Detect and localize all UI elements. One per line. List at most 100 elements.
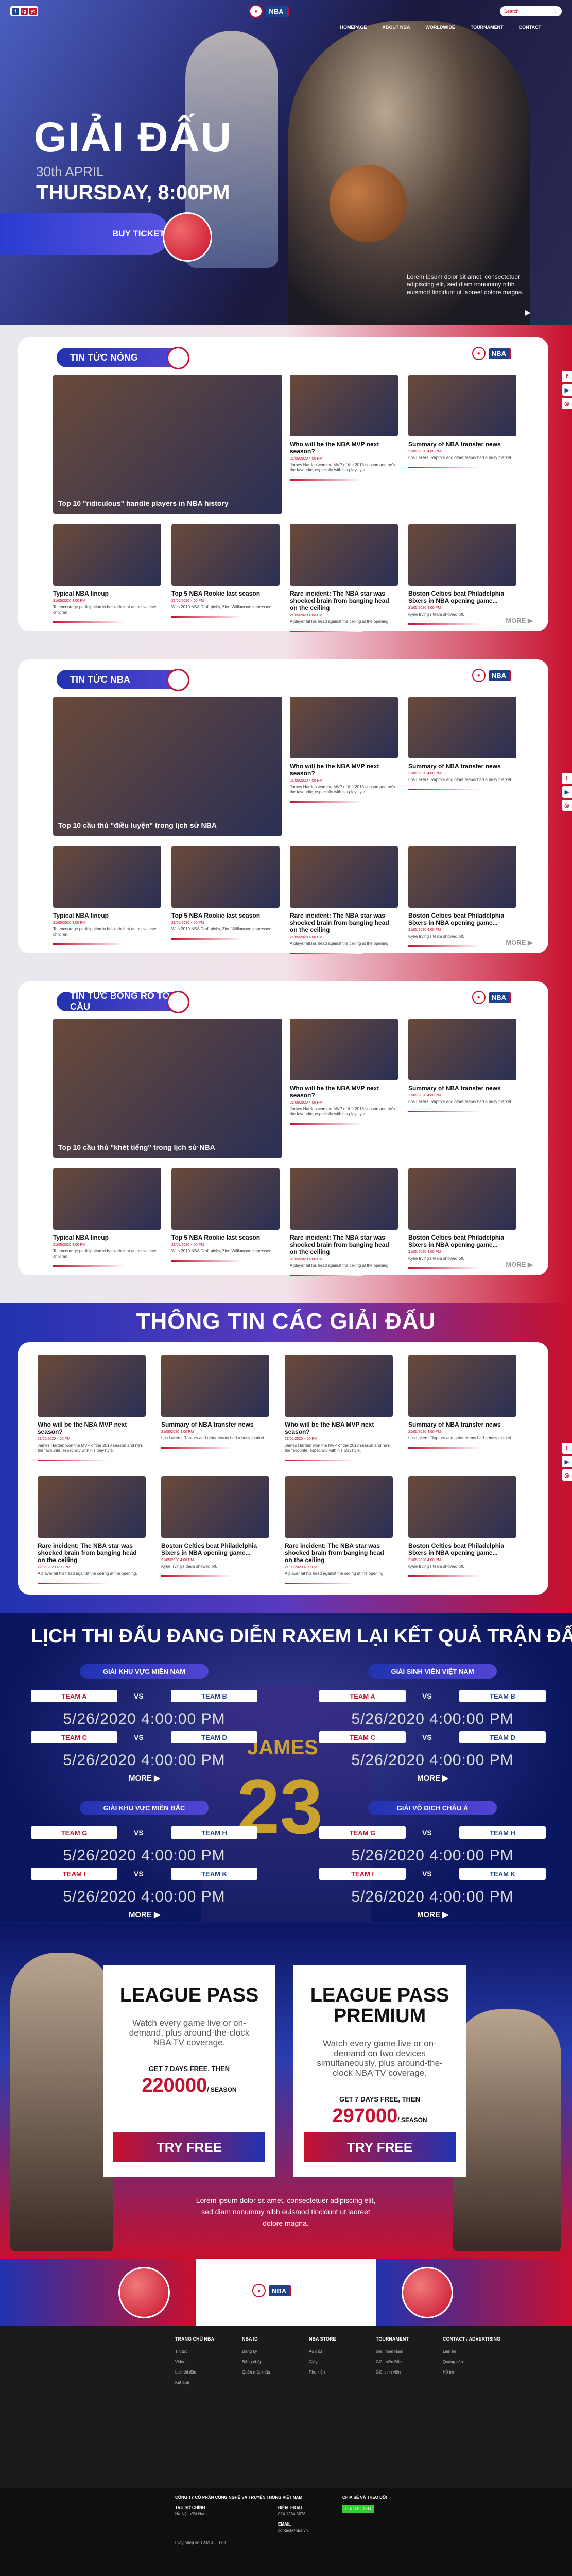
news-thumbnail[interactable] (161, 1476, 269, 1538)
news-thumbnail[interactable] (38, 1476, 146, 1538)
footer-link[interactable]: Quên mật khẩu (242, 2370, 270, 2375)
sidebar-youtube-icon[interactable]: ▶ (562, 786, 572, 798)
news-title[interactable]: Typical NBA lineup (53, 1234, 161, 1241)
news-title[interactable]: Top 5 NBA Rookie last season (171, 912, 280, 919)
team-away[interactable]: TEAM H (459, 1826, 546, 1839)
news-thumbnail[interactable] (53, 846, 161, 908)
news-title[interactable]: Who will be the NBA MVP next season? (290, 762, 398, 777)
news-title[interactable]: Who will be the NBA MVP next season? (290, 1084, 398, 1099)
nav-tournament[interactable]: TOURNAMENT (471, 25, 504, 30)
news-card[interactable]: Who will be the NBA MVP next season? 21/0… (290, 1019, 398, 1125)
news-title[interactable]: Summary of NBA transfer news (408, 440, 516, 448)
match-row[interactable]: TEAM A VS TEAM B 5/26/2020 4:00:00 PM (319, 1690, 546, 1729)
news-thumbnail[interactable] (38, 1355, 146, 1417)
more-link[interactable]: MORE ▶ (417, 1773, 448, 1783)
news-card[interactable]: Boston Celtics beat Philadelphia Sixers … (408, 1476, 516, 1577)
news-title[interactable]: Boston Celtics beat Philadelphia Sixers … (161, 1542, 269, 1556)
nav-worldwide[interactable]: WORLDWIDE (425, 25, 455, 30)
more-link[interactable]: MORE ▶ (417, 1910, 448, 1919)
team-away[interactable]: TEAM H (171, 1826, 257, 1839)
team-home[interactable]: TEAM I (31, 1868, 117, 1880)
news-thumbnail[interactable] (408, 846, 516, 908)
news-card[interactable]: Summary of NBA transfer news 21/05/2020 4… (408, 697, 516, 790)
news-card[interactable]: Who will be the NBA MVP next season? 21/0… (38, 1355, 146, 1461)
news-title[interactable]: Who will be the NBA MVP next season? (285, 1421, 393, 1435)
sidebar-youtube-icon[interactable]: ▶ (562, 1456, 572, 1467)
feature-card[interactable]: Top 10 cầu thủ "điều luyện" trong lịch s… (53, 697, 282, 836)
team-home[interactable]: TEAM C (319, 1731, 406, 1743)
match-row[interactable]: TEAM G VS TEAM H 5/26/2020 4:00:00 PM (319, 1826, 546, 1866)
youtube-icon[interactable]: yt (29, 8, 37, 15)
news-title[interactable]: Summary of NBA transfer news (408, 762, 516, 770)
news-card[interactable]: Top 5 NBA Rookie last season 21/05/2020 4… (171, 1168, 280, 1262)
footer-link[interactable]: Hỗ trợ (443, 2370, 455, 2375)
news-title[interactable]: Top 5 NBA Rookie last season (171, 590, 280, 597)
news-title[interactable]: Rare incident: The NBA star was shocked … (290, 1234, 398, 1256)
team-home[interactable]: TEAM G (31, 1826, 117, 1839)
news-title[interactable]: Summary of NBA transfer news (408, 1421, 516, 1428)
nav-homepage[interactable]: HOMEPAGE (340, 25, 367, 30)
site-logo[interactable]: ● NBA (249, 5, 289, 18)
news-card[interactable]: Boston Celtics beat Philadelphia Sixers … (408, 524, 516, 625)
news-title[interactable]: Boston Celtics beat Philadelphia Sixers … (408, 912, 516, 926)
play-arrow-icon[interactable]: ▶ (525, 308, 531, 317)
news-card[interactable]: Rare incident: The NBA star was shocked … (290, 524, 398, 632)
footer-link[interactable]: Đăng nhập (242, 2360, 262, 2364)
instagram-icon[interactable]: ig (21, 8, 28, 15)
news-card[interactable]: Summary of NBA transfer news 21/05/2020 4… (408, 375, 516, 468)
match-row[interactable]: TEAM C VS TEAM D 5/26/2020 4:00:00 PM (319, 1731, 546, 1770)
team-home[interactable]: TEAM I (319, 1868, 406, 1880)
news-card[interactable]: Boston Celtics beat Philadelphia Sixers … (161, 1476, 269, 1577)
news-card[interactable]: Summary of NBA transfer news 21/05/2020 4… (408, 1019, 516, 1112)
news-title[interactable]: Rare incident: The NBA star was shocked … (38, 1542, 146, 1564)
news-title[interactable]: Who will be the NBA MVP next season? (290, 440, 398, 455)
news-card[interactable]: Summary of NBA transfer news 21/05/2020 4… (161, 1355, 269, 1449)
match-row[interactable]: TEAM A VS TEAM B 5/26/2020 4:00:00 PM (31, 1690, 257, 1729)
news-thumbnail[interactable] (290, 1019, 398, 1080)
news-title[interactable]: Boston Celtics beat Philadelphia Sixers … (408, 1542, 516, 1556)
group-title[interactable]: GIẢI SINH VIÊN VIỆT NAM (368, 1664, 497, 1679)
sidebar-facebook-icon[interactable]: f (562, 1443, 572, 1454)
feature-card[interactable]: Top 10 "ridiculous" handle players in NB… (53, 375, 282, 514)
sidebar-youtube-icon[interactable]: ▶ (562, 384, 572, 396)
footer-link[interactable]: Quảng cáo (443, 2360, 463, 2364)
news-title[interactable]: Summary of NBA transfer news (408, 1084, 516, 1092)
footer-link[interactable]: Áo đấu (309, 2349, 322, 2354)
news-thumbnail[interactable] (408, 1019, 516, 1080)
footer-link[interactable]: Video (175, 2360, 185, 2364)
news-title[interactable]: Summary of NBA transfer news (161, 1421, 269, 1428)
search-input[interactable]: Search ⌕ (499, 6, 562, 16)
news-thumbnail[interactable] (408, 1476, 516, 1538)
news-title[interactable]: Who will be the NBA MVP next season? (38, 1421, 146, 1435)
team-home[interactable]: TEAM G (319, 1826, 406, 1839)
feature-caption[interactable]: Top 10 cầu thủ "điều luyện" trong lịch s… (58, 821, 217, 829)
news-thumbnail[interactable] (290, 697, 398, 758)
news-title[interactable]: Rare incident: The NBA star was shocked … (285, 1542, 393, 1564)
team-away[interactable]: TEAM K (459, 1868, 546, 1880)
feature-caption[interactable]: Top 10 cầu thủ "khét tiếng" trong lịch s… (58, 1143, 215, 1151)
nav-contact[interactable]: CONTACT (519, 25, 541, 30)
news-title[interactable]: Rare incident: The NBA star was shocked … (290, 912, 398, 934)
feature-caption[interactable]: Top 10 "ridiculous" handle players in NB… (58, 499, 229, 507)
match-row[interactable]: TEAM I VS TEAM K 5/26/2020 4:00:00 PM (319, 1868, 546, 1907)
news-thumbnail[interactable] (290, 1168, 398, 1230)
news-thumbnail[interactable] (290, 846, 398, 908)
news-title[interactable]: Typical NBA lineup (53, 590, 161, 597)
more-link[interactable]: MORE ▶ (129, 1910, 160, 1919)
group-title[interactable]: GIẢI KHU VỰC MIỀN BẮC (80, 1801, 209, 1815)
footer-link[interactable]: Giải sinh viên (376, 2370, 401, 2375)
more-link[interactable]: MORE ▶ (506, 617, 533, 625)
news-thumbnail[interactable] (161, 1355, 269, 1417)
sidebar-instagram-icon[interactable]: ◎ (562, 1469, 572, 1481)
news-card[interactable]: Typical NBA lineup 21/05/2020 4:00 PM To e… (53, 524, 161, 623)
news-title[interactable]: Rare incident: The NBA star was shocked … (290, 590, 398, 612)
news-card[interactable]: Who will be the NBA MVP next season? 21/0… (285, 1355, 393, 1461)
news-card[interactable]: Typical NBA lineup 21/05/2020 4:00 PM To e… (53, 1168, 161, 1267)
sidebar-instagram-icon[interactable]: ◎ (562, 398, 572, 409)
more-link[interactable]: MORE ▶ (506, 939, 533, 947)
news-thumbnail[interactable] (290, 375, 398, 436)
feature-image[interactable]: Top 10 "ridiculous" handle players in NB… (53, 375, 282, 514)
more-link[interactable]: MORE ▶ (506, 1261, 533, 1269)
group-title[interactable]: GIẢI KHU VỰC MIỀN NAM (80, 1664, 209, 1679)
news-card[interactable]: Rare incident: The NBA star was shocked … (290, 846, 398, 954)
